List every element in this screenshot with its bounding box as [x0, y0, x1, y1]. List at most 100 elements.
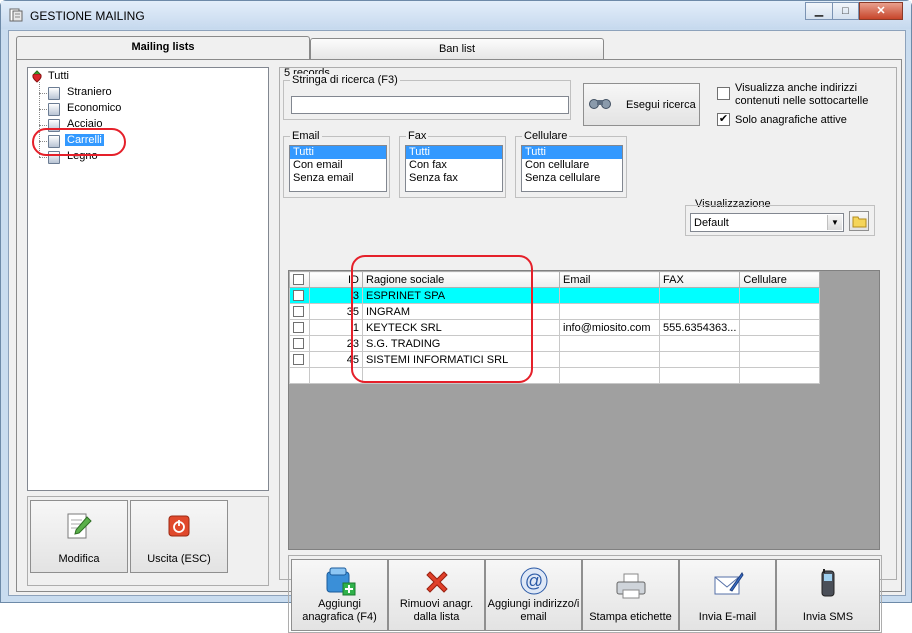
printer-icon — [616, 573, 645, 599]
email-filter-group: Email Tutti Con email Senza email — [283, 130, 390, 198]
fax-opt-senza[interactable]: Senza fax — [406, 172, 502, 185]
active-only-checkbox[interactable]: ✔ — [717, 113, 730, 126]
cell-email: info@miosito.com — [559, 319, 660, 336]
view-select-value: Default — [694, 217, 729, 229]
cell-cellulare — [739, 287, 821, 304]
email-opt-senza[interactable]: Senza email — [290, 172, 386, 185]
esegui-ricerca-label: Esegui ricerca — [626, 99, 696, 111]
edit-document-icon — [67, 513, 92, 539]
cell-cellulare — [739, 335, 821, 352]
fax-filter-list[interactable]: Tutti Con fax Senza fax — [405, 145, 503, 192]
cell-email — [559, 351, 660, 368]
add-contact-icon — [326, 567, 355, 596]
cell-fax — [658, 335, 741, 352]
row-checkbox[interactable] — [293, 322, 304, 334]
stampa-etichette-label: Stampa etichette — [589, 611, 672, 623]
svg-text:@: @ — [524, 571, 542, 591]
invia-sms-label: Invia SMS — [802, 611, 854, 623]
cell-email — [559, 287, 660, 304]
row-checkbox[interactable] — [293, 338, 304, 350]
cell-opt-tutti[interactable]: Tutti — [522, 146, 622, 159]
cell-fax — [658, 287, 741, 304]
strawberry-icon — [32, 70, 42, 83]
modifica-label: Modifica — [58, 553, 100, 565]
tab-ban-list[interactable]: Ban list — [310, 38, 604, 59]
power-icon — [168, 515, 190, 537]
subfolders-checkbox[interactable] — [717, 87, 730, 100]
cellulare-filter-list[interactable]: Tutti Con cellulare Senza cellulare — [521, 145, 623, 192]
email-filter-title: Email — [290, 130, 322, 142]
cell-email — [559, 303, 660, 320]
email-opt-con[interactable]: Con email — [290, 159, 386, 172]
contacts-grid[interactable]: ID Ragione sociale Email FAX Cellulare 3 — [288, 255, 880, 550]
aggiungi-anagrafica-button[interactable]: Aggiungi anagrafica (F4) — [291, 559, 388, 631]
red-annotation-circle — [351, 255, 533, 383]
cell-cellulare — [739, 351, 821, 368]
close-button[interactable]: ✕ — [859, 2, 903, 20]
invia-email-label: Invia E-mail — [698, 611, 757, 623]
send-email-icon — [714, 572, 744, 595]
binoculars-icon — [589, 99, 611, 109]
invia-email-button[interactable]: Invia E-mail — [679, 559, 776, 631]
fax-opt-con[interactable]: Con fax — [406, 159, 502, 172]
uscita-button[interactable]: Uscita (ESC) — [130, 500, 228, 573]
rimuovi-anagrafica-label: Rimuovi anagr. dalla lista — [399, 598, 474, 623]
minimize-button[interactable]: ▁ — [805, 2, 833, 20]
cell-cellulare — [739, 319, 821, 336]
email-opt-tutti[interactable]: Tutti — [290, 146, 386, 159]
title-bar: GESTIONE MAILING ▁ □ ✕ — [1, 1, 911, 29]
tree-root-tutti[interactable]: Tutti — [48, 70, 69, 82]
select-all-checkbox[interactable] — [293, 274, 304, 286]
folder-icon — [48, 103, 60, 116]
mobile-phone-icon — [821, 569, 835, 597]
search-input[interactable] — [291, 96, 569, 114]
modifica-button[interactable]: Modifica — [30, 500, 128, 573]
email-filter-list[interactable]: Tutti Con email Senza email — [289, 145, 387, 192]
tab-panel: Tutti Straniero Economico Acciaio Carrel… — [16, 59, 902, 633]
view-select[interactable]: Default ▼ — [690, 213, 844, 232]
maximize-button[interactable]: □ — [832, 2, 859, 20]
window-title: GESTIONE MAILING — [30, 9, 145, 23]
cellulare-filter-title: Cellulare — [522, 130, 570, 142]
active-only-label: Solo anagrafiche attive — [735, 114, 847, 126]
col-email[interactable]: Email — [559, 271, 660, 288]
select-all-header[interactable] — [289, 271, 310, 288]
fax-filter-group: Fax Tutti Con fax Senza fax — [399, 130, 506, 198]
main-window: GESTIONE MAILING ▁ □ ✕ Mailing lists Ban… — [0, 0, 912, 633]
action-toolbar: Aggiungi anagrafica (F4) Rimuovi anagr. da… — [288, 555, 882, 633]
subfolders-label-2: contenuti nelle sottocartelle — [735, 95, 869, 107]
fax-opt-tutti[interactable]: Tutti — [406, 146, 502, 159]
open-folder-button[interactable] — [849, 211, 869, 231]
tab-mailing-lists[interactable]: Mailing lists — [16, 36, 310, 59]
tree-item-straniero[interactable]: Straniero — [67, 86, 112, 98]
category-tree[interactable]: Tutti Straniero Economico Acciaio Carrel… — [27, 67, 269, 491]
rimuovi-anagrafica-button[interactable]: Rimuovi anagr. dalla lista — [388, 559, 485, 631]
folder-icon — [48, 87, 60, 100]
client-area: Mailing lists Ban list Tutti Straniero E — [8, 30, 906, 633]
row-checkbox[interactable] — [293, 306, 304, 318]
cellulare-filter-group: Cellulare Tutti Con cellulare Senza cell… — [515, 130, 627, 198]
aggiungi-email-button[interactable]: @ Aggiungi indirizzo/i email — [485, 559, 582, 631]
col-fax[interactable]: FAX — [658, 271, 741, 288]
row-checkbox[interactable] — [293, 290, 304, 302]
cell-opt-con[interactable]: Con cellulare — [522, 159, 622, 172]
aggiungi-email-label: Aggiungi indirizzo/i email — [487, 598, 580, 623]
stampa-etichette-button[interactable]: Stampa etichette — [582, 559, 679, 631]
col-cellulare[interactable]: Cellulare — [739, 271, 821, 288]
search-group: Stringa di ricerca (F3) — [283, 74, 571, 120]
folder-open-icon — [852, 216, 867, 228]
mailing-app-icon — [9, 8, 23, 22]
cell-email — [559, 335, 660, 352]
esegui-ricerca-button[interactable]: Esegui ricerca — [583, 83, 700, 126]
aggiungi-anagrafica-label: Aggiungi anagrafica (F4) — [302, 598, 377, 623]
cell-fax: 555.6354363... — [658, 319, 741, 336]
cell-fax — [658, 351, 741, 368]
cell-opt-senza[interactable]: Senza cellulare — [522, 172, 622, 185]
row-checkbox[interactable] — [293, 354, 304, 366]
chevron-down-icon: ▼ — [827, 215, 842, 230]
search-label: Stringa di ricerca (F3) — [290, 74, 400, 86]
red-annotation-circle — [32, 128, 126, 156]
tree-item-economico[interactable]: Economico — [67, 102, 121, 114]
cell-fax — [658, 303, 741, 320]
invia-sms-button[interactable]: Invia SMS — [776, 559, 880, 631]
